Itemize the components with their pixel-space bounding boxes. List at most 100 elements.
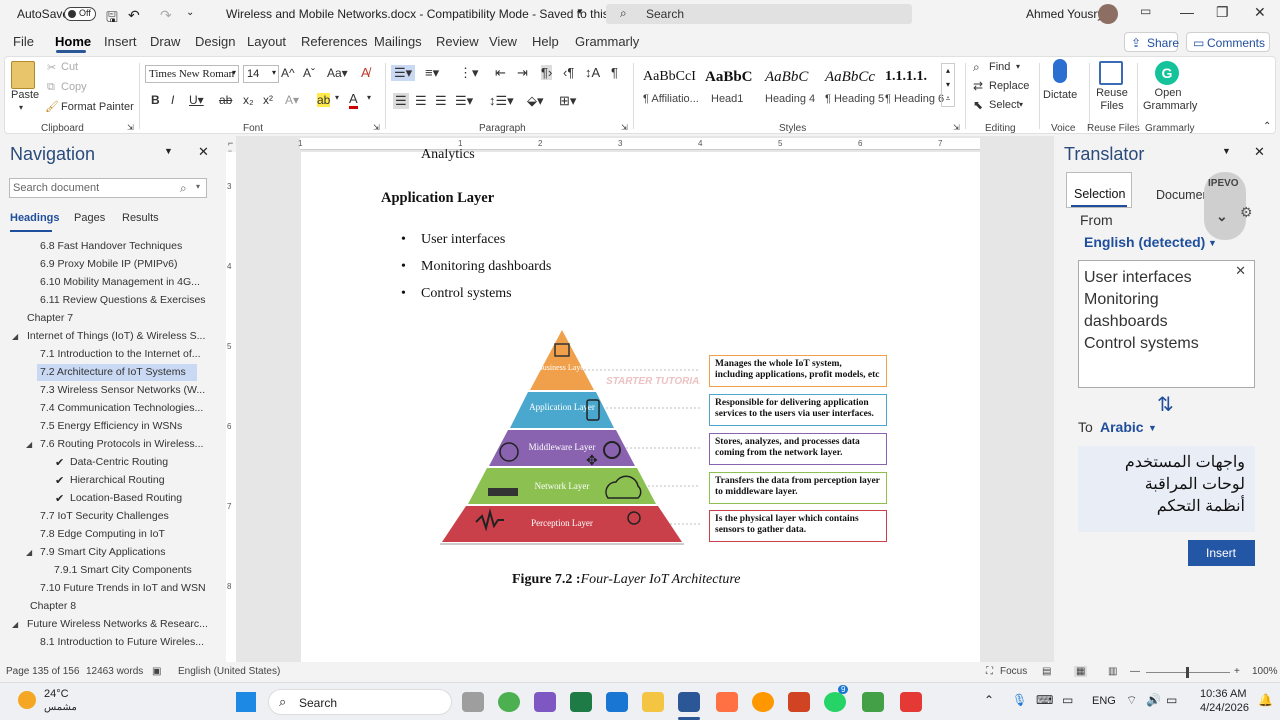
styles-scroll[interactable]: ▴ ▾ ⩡ bbox=[941, 63, 955, 107]
nav-heading-item[interactable]: 6.11 Review Questions & Exercises bbox=[40, 292, 206, 309]
increase-indent-icon[interactable]: ⇥ bbox=[517, 65, 528, 81]
zoom-level[interactable]: 100% bbox=[1252, 666, 1278, 677]
show-marks-icon[interactable]: ¶ bbox=[611, 65, 618, 80]
title-search-box[interactable]: ⌕ Search bbox=[606, 4, 912, 24]
page-indicator[interactable]: Page 135 of 156 bbox=[6, 666, 79, 677]
tab-mailings[interactable]: Mailings bbox=[374, 34, 422, 49]
style-heading4[interactable]: AaBbC Heading 4 bbox=[763, 63, 823, 107]
firefox-icon[interactable] bbox=[752, 692, 774, 712]
align-center-icon[interactable]: ☰ bbox=[415, 93, 427, 109]
nav-heading-item[interactable]: 7.7 IoT Security Challenges bbox=[40, 508, 169, 525]
business-description-box[interactable]: Manages the whole IoT system, including … bbox=[709, 355, 887, 387]
text-effects-icon[interactable]: A▾ bbox=[285, 93, 299, 107]
tab-file[interactable]: File bbox=[13, 34, 34, 49]
nav-close-icon[interactable]: ✕ bbox=[198, 144, 209, 160]
font-launcher-icon[interactable]: ⇲ bbox=[373, 123, 380, 132]
task-view-icon[interactable] bbox=[462, 692, 484, 712]
horizontal-ruler[interactable]: 1 1 2 3 4 5 6 7 bbox=[298, 138, 980, 150]
doc-bullet-item[interactable]: Monitoring dashboards bbox=[401, 259, 551, 275]
volume-icon[interactable]: 🔊 bbox=[1146, 693, 1161, 707]
read-mode-icon[interactable]: ▤ bbox=[1042, 666, 1051, 677]
paste-chevron-icon[interactable]: ▾ bbox=[19, 103, 23, 112]
nav-heading-item[interactable]: 6.9 Proxy Mobile IP (PMIPv6) bbox=[40, 256, 178, 273]
document-title[interactable]: Wireless and Mobile Networks.docx - Comp… bbox=[226, 7, 629, 21]
subscript-icon[interactable]: x₂ bbox=[243, 93, 254, 107]
collapse-triangle-icon[interactable]: ◢ bbox=[12, 332, 18, 341]
restore-icon[interactable]: ❐ bbox=[1216, 4, 1229, 21]
paste-icon[interactable] bbox=[11, 61, 35, 89]
tab-selector-icon[interactable]: ⌐ bbox=[228, 138, 233, 148]
customize-qat-icon[interactable]: ⌄ bbox=[186, 7, 194, 18]
style-head1[interactable]: AaBbC Head1 bbox=[703, 63, 763, 107]
application-description-box[interactable]: Responsible for delivering application s… bbox=[709, 394, 887, 426]
close-icon[interactable]: ✕ bbox=[1254, 4, 1266, 21]
app-icon[interactable] bbox=[716, 692, 738, 712]
settings-icon[interactable]: ⚙ bbox=[1240, 204, 1253, 221]
find-chevron-icon[interactable]: ▾ bbox=[1016, 62, 1020, 71]
keyboard-icon[interactable]: ⌨ bbox=[1036, 693, 1053, 707]
excel-icon[interactable] bbox=[570, 692, 592, 712]
weather-sun-icon[interactable] bbox=[18, 691, 36, 709]
middleware-description-box[interactable]: Stores, analyzes, and processes data com… bbox=[709, 433, 887, 465]
tab-help[interactable]: Help bbox=[532, 34, 559, 49]
nav-tab-results[interactable]: Results bbox=[122, 212, 159, 224]
nav-heading-item[interactable]: 7.9.1 Smart City Components bbox=[54, 562, 192, 579]
tab-references[interactable]: References bbox=[301, 34, 367, 49]
collapse-triangle-icon[interactable]: ◢ bbox=[26, 548, 32, 557]
clear-format-icon[interactable]: A̸ bbox=[361, 65, 370, 80]
web-layout-icon[interactable]: ▥ bbox=[1108, 666, 1117, 677]
bold-icon[interactable]: B bbox=[151, 93, 160, 107]
nav-heading-item[interactable]: 7.3 Wireless Sensor Networks (W... bbox=[40, 382, 205, 399]
camtasia-icon[interactable] bbox=[862, 692, 884, 712]
justify-icon[interactable]: ☰▾ bbox=[455, 93, 473, 109]
title-chevron-icon[interactable]: ▼ bbox=[576, 7, 584, 16]
word-count[interactable]: 12463 words bbox=[86, 666, 143, 677]
font-color-icon[interactable]: A bbox=[349, 91, 358, 109]
nav-heading-item[interactable]: 7.8 Edge Computing in IoT bbox=[40, 526, 165, 543]
input-language[interactable]: ENG bbox=[1092, 695, 1116, 707]
source-text-box[interactable]: User interfaces Monitoring dashboards Co… bbox=[1078, 260, 1255, 388]
grammarly-icon[interactable]: G bbox=[1155, 61, 1179, 85]
user-name[interactable]: Ahmed Yousry bbox=[1026, 7, 1103, 21]
doc-bullet-item[interactable]: User interfaces bbox=[401, 232, 505, 248]
display-icon[interactable]: ▭ bbox=[1062, 693, 1073, 707]
translator-options-icon[interactable]: ▼ bbox=[1222, 146, 1231, 156]
ribbon-display-icon[interactable]: ▭ bbox=[1140, 4, 1151, 18]
store-icon[interactable] bbox=[606, 692, 628, 712]
strikethrough-icon[interactable]: ab bbox=[219, 93, 232, 107]
translator-tab-selection[interactable]: Selection bbox=[1066, 172, 1132, 208]
collapse-triangle-icon[interactable]: ◢ bbox=[26, 440, 32, 449]
doc-bullet-item[interactable]: Control systems bbox=[401, 286, 512, 302]
styles-launcher-icon[interactable]: ⇲ bbox=[953, 123, 960, 132]
borders-icon[interactable]: ⊞▾ bbox=[559, 93, 576, 109]
grow-font-icon[interactable]: A^ bbox=[281, 66, 295, 80]
tab-draw[interactable]: Draw bbox=[150, 34, 180, 49]
search-document-input[interactable]: Search document ⌕ ▾ bbox=[9, 178, 207, 198]
nav-options-icon[interactable]: ▼ bbox=[164, 146, 173, 156]
battery-icon[interactable]: ▭ bbox=[1166, 693, 1177, 707]
find-button[interactable]: Find bbox=[989, 61, 1010, 73]
numbering-icon[interactable]: ≡▾ bbox=[425, 65, 439, 81]
copilot-icon[interactable] bbox=[534, 692, 556, 712]
shrink-font-icon[interactable]: Aˇ bbox=[303, 66, 315, 80]
clock-date[interactable]: 4/24/2026 bbox=[1200, 702, 1249, 714]
tab-review[interactable]: Review bbox=[436, 34, 479, 49]
iot-pyramid-figure[interactable]: Business Layer Application Layer Middlew… bbox=[430, 328, 700, 550]
source-language-select[interactable]: English (detected) bbox=[1084, 234, 1205, 250]
target-language-select[interactable]: Arabic bbox=[1100, 419, 1144, 435]
reuse-files-button[interactable]: Reuse Files bbox=[1096, 87, 1128, 113]
superscript-icon[interactable]: x² bbox=[263, 93, 273, 107]
nav-heading-item[interactable]: Chapter 8 bbox=[30, 598, 76, 615]
paste-button[interactable]: Paste bbox=[11, 89, 39, 101]
dictate-button[interactable]: Dictate bbox=[1043, 89, 1077, 101]
figure-caption[interactable]: Figure 7.2 :Four-Layer IoT Architecture bbox=[512, 572, 741, 588]
redo-icon[interactable]: ↷ bbox=[160, 7, 172, 24]
collapse-triangle-icon[interactable]: ◢ bbox=[12, 620, 18, 629]
nav-heading-item[interactable]: 7.6 Routing Protocols in Wireless... bbox=[40, 436, 203, 453]
nav-heading-item[interactable]: 6.10 Mobility Management in 4G... bbox=[40, 274, 200, 291]
collapse-ribbon-icon[interactable]: ⌃ bbox=[1263, 121, 1271, 132]
nav-heading-item[interactable]: 7.10 Future Trends in IoT and WSN bbox=[40, 580, 206, 597]
nav-heading-item[interactable]: Data-Centric Routing bbox=[70, 454, 168, 471]
clear-icon[interactable]: ✕ bbox=[1235, 263, 1246, 279]
autosave-toggle[interactable]: Off bbox=[64, 7, 96, 21]
